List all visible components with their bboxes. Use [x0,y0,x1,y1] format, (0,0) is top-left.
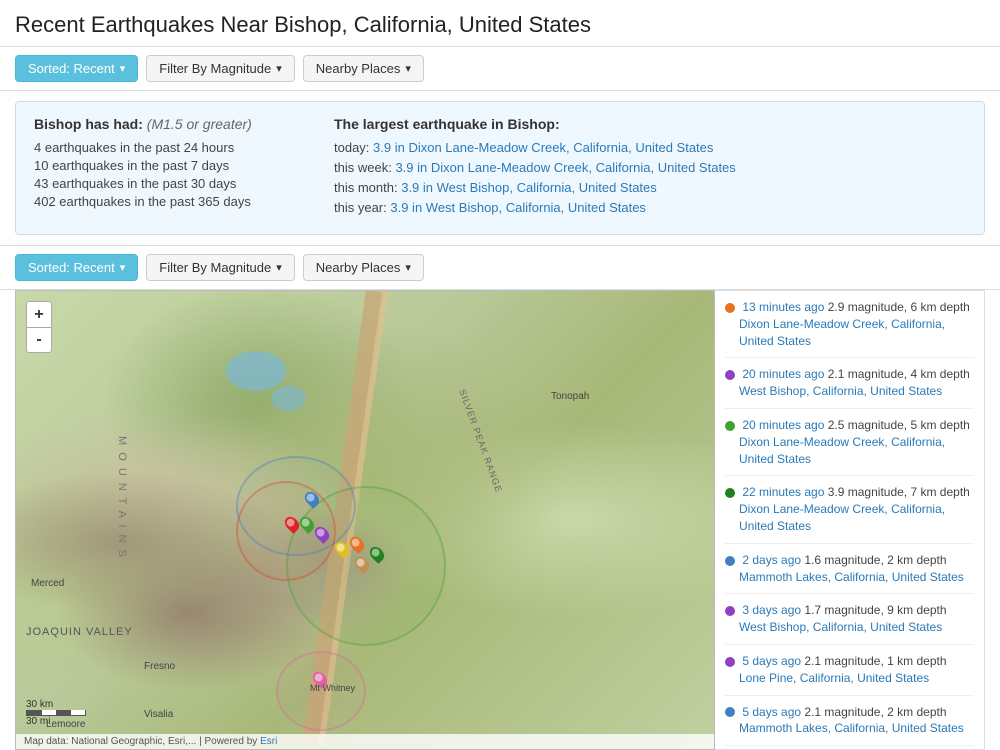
eq-detail-3: 3.9 magnitude, 7 km depth [828,485,970,499]
map-zoom-controls: + - [26,301,52,353]
stat-24h: 4 earthquakes in the past 24 hours [34,140,314,155]
eq-location-3: Dixon Lane-Meadow Creek, California, Uni… [725,501,974,535]
stat-7d: 10 earthquakes in the past 7 days [34,158,314,173]
earthquake-item-0: 13 minutes ago 2.9 magnitude, 6 km depth… [725,291,974,358]
largest-today: today: 3.9 in Dixon Lane-Meadow Creek, C… [334,140,966,155]
eq-dot-0 [725,303,735,313]
page-title: Recent Earthquakes Near Bishop, Californ… [0,0,1000,47]
eq-detail-5: 1.7 magnitude, 9 km depth [804,603,946,617]
earthquake-item-4: 2 days ago 1.6 magnitude, 2 km depth Mam… [725,544,974,595]
eq-location-5: West Bishop, California, United States [725,619,974,636]
sorted-recent-button-2[interactable]: Sorted: Recent [15,254,138,281]
eq-dot-2 [725,421,735,431]
map-attribution: Map data: National Geographic, Esri,... … [16,734,714,749]
eq-row-3: 22 minutes ago 3.9 magnitude, 7 km depth [725,484,974,501]
earthquake-item-3: 22 minutes ago 3.9 magnitude, 7 km depth… [725,476,974,543]
eq-location-4: Mammoth Lakes, California, United States [725,569,974,586]
scale-label-km: 30 km [26,699,86,710]
second-toolbar: Sorted: Recent Filter By Magnitude Nearb… [0,245,1000,290]
eq-dot-5 [725,606,735,616]
map[interactable]: Tonopah Merced Fresno Lemoore Visalia Mt… [15,290,715,750]
earthquake-list: 13 minutes ago 2.9 magnitude, 6 km depth… [715,290,985,750]
scale-label-mi: 30 mi [26,716,86,727]
eq-dot-4 [725,556,735,566]
city-label-tonopah: Tonopah [551,391,589,402]
stat-30d: 43 earthquakes in the past 30 days [34,176,314,191]
largest-heading: The largest earthquake in Bishop: [334,116,966,132]
eq-detail-1: 2.1 magnitude, 4 km depth [828,367,970,381]
city-label-visalia: Visalia [144,709,173,720]
eq-location-7: Mammoth Lakes, California, United States [725,720,974,737]
eq-row-1: 20 minutes ago 2.1 magnitude, 4 km depth [725,366,974,383]
map-scale: 30 km 30 mi [26,699,86,727]
zoom-out-button[interactable]: - [26,327,52,353]
map-lake-1 [226,351,286,391]
info-largest: The largest earthquake in Bishop: today:… [334,116,966,220]
filter-magnitude-button-2[interactable]: Filter By Magnitude [146,254,295,281]
earthquake-item-1: 20 minutes ago 2.1 magnitude, 4 km depth… [725,358,974,409]
main-content: Tonopah Merced Fresno Lemoore Visalia Mt… [15,290,985,750]
eq-time-link-6[interactable]: 5 days ago [742,654,801,668]
eq-dot-1 [725,370,735,380]
nearby-places-button-2[interactable]: Nearby Places [303,254,424,281]
eq-row-4: 2 days ago 1.6 magnitude, 2 km depth [725,552,974,569]
earthquake-item-5: 3 days ago 1.7 magnitude, 9 km depth Wes… [725,594,974,645]
filter-magnitude-button[interactable]: Filter By Magnitude [146,55,295,82]
eq-time-link-5[interactable]: 3 days ago [742,603,801,617]
eq-row-0: 13 minutes ago 2.9 magnitude, 6 km depth [725,299,974,316]
earthquake-item-6: 5 days ago 2.1 magnitude, 1 km depth Lon… [725,645,974,696]
zoom-in-button[interactable]: + [26,301,52,327]
eq-time-link-3[interactable]: 22 minutes ago [742,485,824,499]
largest-month: this month: 3.9 in West Bishop, Californ… [334,180,966,195]
top-toolbar: Sorted: Recent Filter By Magnitude Nearb… [0,47,1000,91]
region-label-jv: JOAQUIN VALLEY [26,626,133,638]
eq-location-2: Dixon Lane-Meadow Creek, California, Uni… [725,434,974,468]
info-stats: Bishop has had: (M1.5 or greater) 4 eart… [34,116,334,220]
city-label-mtwhitney: Mt Whitney [310,683,355,693]
largest-week: this week: 3.9 in Dixon Lane-Meadow Cree… [334,160,966,175]
eq-detail-6: 2.1 magnitude, 1 km depth [804,654,946,668]
eq-dot-7 [725,707,735,717]
sorted-recent-button[interactable]: Sorted: Recent [15,55,138,82]
eq-time-link-7[interactable]: 5 days ago [742,705,801,719]
eq-row-6: 5 days ago 2.1 magnitude, 1 km depth [725,653,974,670]
eq-time-link-2[interactable]: 20 minutes ago [742,418,824,432]
eq-time-link-4[interactable]: 2 days ago [742,553,801,567]
eq-row-7: 5 days ago 2.1 magnitude, 2 km depth [725,704,974,721]
eq-location-1: West Bishop, California, United States [725,383,974,400]
map-lake-2 [271,386,306,411]
earthquake-item-2: 20 minutes ago 2.5 magnitude, 5 km depth… [725,409,974,476]
eq-detail-2: 2.5 magnitude, 5 km depth [828,418,970,432]
eq-dot-3 [725,488,735,498]
eq-row-5: 3 days ago 1.7 magnitude, 9 km depth [725,602,974,619]
eq-time-link-1[interactable]: 20 minutes ago [742,367,824,381]
eq-detail-0: 2.9 magnitude, 6 km depth [828,300,970,314]
bishop-had-heading: Bishop has had: (M1.5 or greater) [34,116,314,132]
eq-detail-7: 2.1 magnitude, 2 km depth [804,705,946,719]
earthquake-item-7: 5 days ago 2.1 magnitude, 2 km depth Mam… [725,696,974,747]
city-label-merced: Merced [31,578,64,589]
largest-year: this year: 3.9 in West Bishop, Californi… [334,200,966,215]
eq-location-6: Lone Pine, California, United States [725,670,974,687]
eq-row-2: 20 minutes ago 2.5 magnitude, 5 km depth [725,417,974,434]
stat-365d: 402 earthquakes in the past 365 days [34,194,314,209]
eq-detail-4: 1.6 magnitude, 2 km depth [804,553,946,567]
eq-time-link-0[interactable]: 13 minutes ago [742,300,824,314]
region-label-sierra: M O U N T A I N S [116,436,128,559]
nearby-places-button-top[interactable]: Nearby Places [303,55,424,82]
eq-location-0: Dixon Lane-Meadow Creek, California, Uni… [725,316,974,350]
info-panel: Bishop has had: (M1.5 or greater) 4 eart… [15,101,985,235]
eq-dot-6 [725,657,735,667]
earthquake-item-8: 6 days ago 2.6 magnitude, 8 km depth Wes… [725,746,974,750]
city-label-fresno: Fresno [144,661,175,672]
